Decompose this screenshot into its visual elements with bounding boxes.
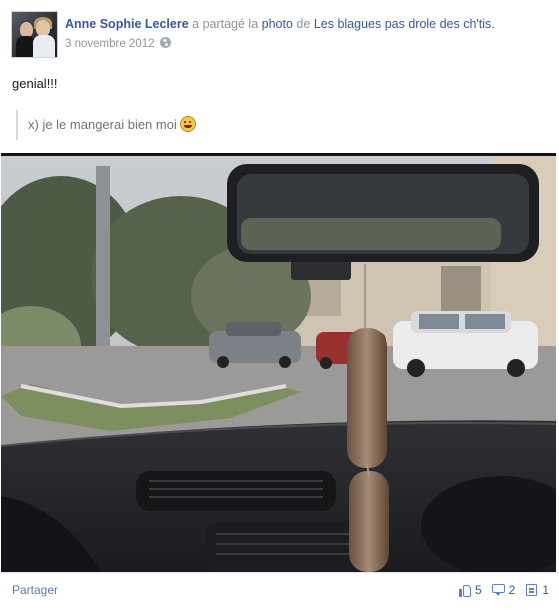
- share-link[interactable]: Partager: [12, 583, 58, 597]
- photo-link[interactable]: photo: [262, 17, 293, 31]
- post-message: genial!!!: [12, 76, 58, 91]
- shares-count[interactable]: 1: [525, 583, 549, 597]
- quoted-caption-text: x) je le mangerai bien moi: [28, 117, 177, 132]
- post-stats: 5 2 1: [452, 581, 549, 599]
- comments-value[interactable]: 2: [509, 583, 516, 597]
- comments-count[interactable]: 2: [491, 583, 516, 597]
- header-preposition: de: [296, 17, 311, 31]
- likes-count[interactable]: 5: [458, 583, 482, 597]
- share-icon[interactable]: [525, 583, 539, 597]
- author-name[interactable]: Anne Sophie Leclere: [65, 17, 189, 31]
- comment-icon[interactable]: [491, 583, 506, 597]
- shares-value[interactable]: 1: [542, 583, 549, 597]
- shared-photo[interactable]: [1, 153, 556, 572]
- post-footer: Partager 5 2 1: [0, 572, 559, 609]
- avatar[interactable]: [11, 11, 58, 58]
- tongue-emoji-icon: [179, 116, 196, 132]
- car-dashboard-photo: [1, 156, 556, 572]
- likes-value[interactable]: 5: [475, 583, 482, 597]
- facebook-post: Anne Sophie Leclere a partagé la photo d…: [0, 0, 559, 609]
- like-icon[interactable]: [458, 583, 472, 597]
- globe-icon[interactable]: [159, 37, 171, 48]
- header-verb: a partagé la: [192, 17, 259, 31]
- post-header: Anne Sophie Leclere a partagé la photo d…: [65, 17, 495, 31]
- page-link[interactable]: Les blagues pas drole des ch'tis.: [314, 17, 495, 31]
- quoted-caption: x) je le mangerai bien moi: [16, 110, 196, 140]
- post-date-line: 3 novembre 2012: [65, 37, 171, 50]
- post-date[interactable]: 3 novembre 2012: [65, 38, 155, 50]
